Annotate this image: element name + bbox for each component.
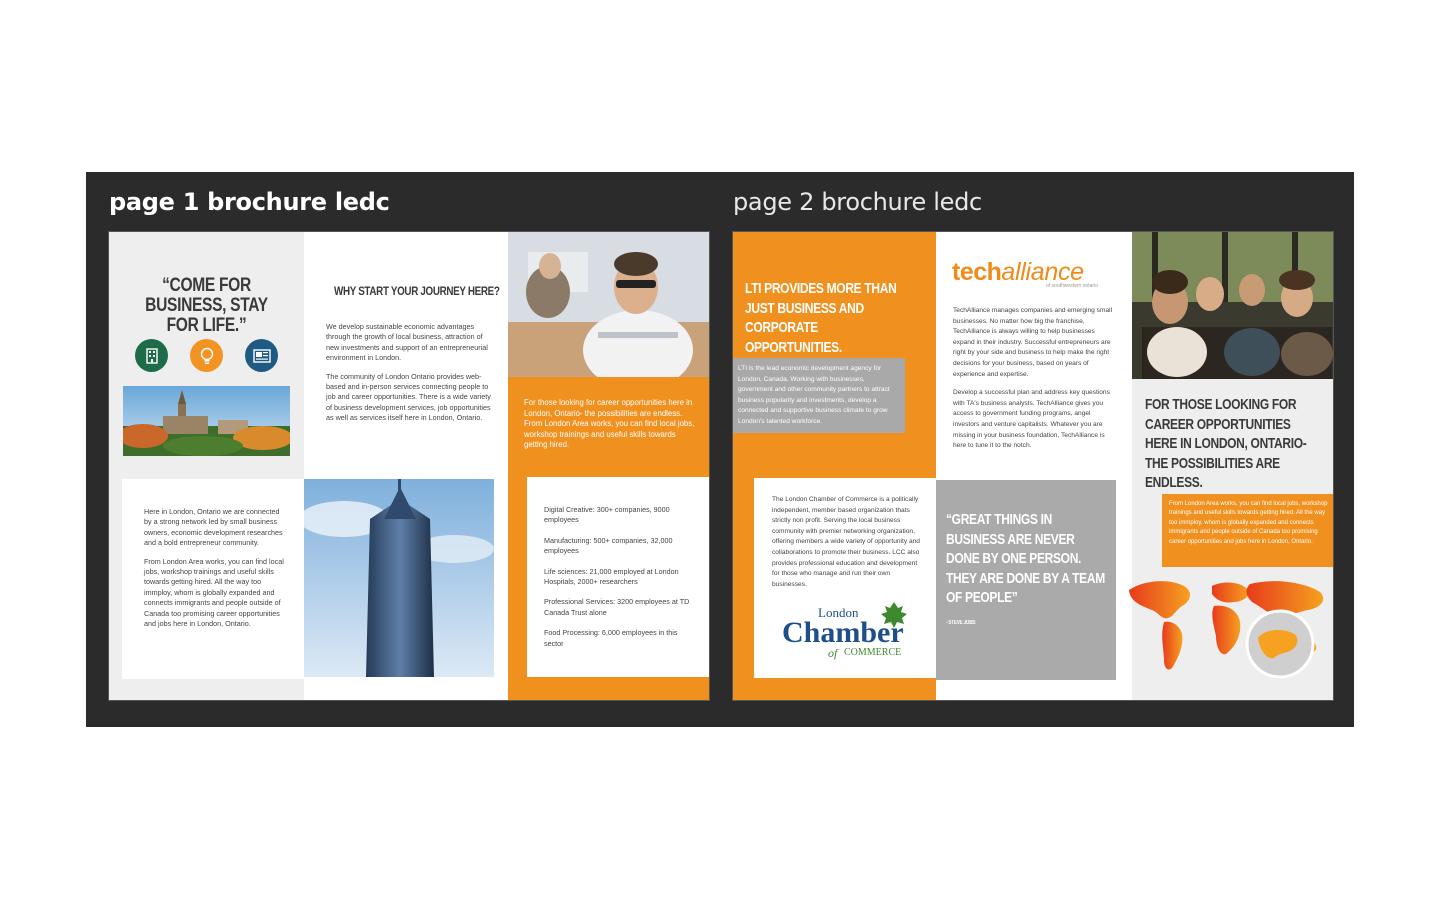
quote-author: - STEVE JOBS [946, 619, 976, 626]
sustainable-paragraph: We develop sustainable economic advantag… [326, 322, 488, 363]
chamber-text-box: The London Chamber of Commerce is a poli… [754, 478, 936, 678]
steve-jobs-quote-box: “GREAT THINGS IN BUSINESS ARE NEVER DONE… [936, 480, 1116, 680]
newspaper-icon [245, 339, 278, 372]
stat-food-processing: Food Processing: 6,000 employees in this… [544, 628, 678, 648]
why-heading: WHY START YOUR JOURNEY HERE? [334, 284, 500, 298]
lti-heading: LTI PROVIDES MORE THAN JUST BUSINESS AND… [745, 280, 897, 356]
lightbulb-icon [190, 339, 223, 372]
panel-1: “COME FOR BUSINESS, STAY FOR LIFE.” Here… [109, 232, 304, 700]
team-quote: “GREAT THINGS IN BUSINESS ARE NEVER DONE… [946, 511, 1105, 607]
tagline-quote: “COME FOR BUSINESS, STAY FOR LIFE.” [145, 275, 268, 336]
career-opportunities-text: For those looking for career opportuniti… [524, 398, 695, 450]
stat-professional-services: Professional Services: 3200 employees at… [544, 597, 690, 617]
page-2-label[interactable]: page 2 brochure ledc [733, 188, 982, 216]
stat-manufacturing: Manufacturing: 500+ companies, 32,000 em… [544, 535, 673, 556]
industry-stats-box: Digital Creative: 300+ companies, 9000 e… [527, 477, 709, 677]
why-text: We develop sustainable economic advantag… [326, 322, 494, 432]
techalliance-paragraph-1: TechAlliance manages companies and emerg… [953, 307, 1113, 378]
office-worker-photo [508, 232, 709, 377]
techalliance-paragraph-2: Develop a successful plan and address ke… [953, 389, 1110, 450]
stat-digital-creative: Digital Creative: 300+ companies, 9000 e… [544, 505, 670, 525]
panel-4: LTI PROVIDES MORE THAN JUST BUSINESS AND… [733, 232, 936, 700]
building-icon [135, 339, 168, 372]
world-map-graphic [1124, 572, 1333, 682]
stat-life-sciences: Life sciences: 21,000 employed at London… [544, 566, 679, 587]
chamber-of-commerce-logo: London Chamber of COMMERCE [782, 600, 922, 660]
chamber-logo-commerce: COMMERCE [844, 647, 901, 658]
techalliance-text: TechAlliance manages companies and emerg… [953, 306, 1115, 460]
network-text-box: Here in London, Ontario we are connected… [122, 479, 304, 679]
career-heading: FOR THOSE LOOKING FOR CAREER OPPORTUNITI… [1145, 396, 1307, 492]
page-2-artboard[interactable]: LTI PROVIDES MORE THAN JUST BUSINESS AND… [732, 231, 1334, 701]
community-paragraph: The community of London Ontario provides… [326, 371, 491, 423]
page-1-artboard[interactable]: “COME FOR BUSINESS, STAY FOR LIFE.” Here… [108, 231, 710, 701]
chamber-paragraph: The London Chamber of Commerce is a poli… [772, 496, 920, 588]
lti-description: LTI is the lead economic development age… [733, 358, 905, 433]
jobs-paragraph: From London Area works, you can find loc… [144, 556, 284, 629]
techalliance-logo-tech: tech [952, 258, 1002, 286]
chamber-logo-chamber: Chamber [782, 616, 904, 649]
group-of-friends-photo [1132, 232, 1333, 379]
techalliance-logo-subtitle: of southwestern ontario [1046, 283, 1098, 289]
techalliance-logo-alliance: alliance [1001, 258, 1084, 286]
network-paragraph: Here in London, Ontario we are connected… [144, 507, 283, 548]
page-1-label[interactable]: page 1 brochure ledc [109, 188, 390, 216]
london-city-photo [123, 386, 290, 456]
panel-5: techalliance of southwestern ontario Tec… [936, 232, 1132, 700]
panel-2: WHY START YOUR JOURNEY HERE? We develop … [304, 232, 508, 700]
glass-tower-photo [304, 479, 494, 677]
local-jobs-text: From London Area works, you can find loc… [1162, 494, 1333, 567]
panel-3: For those looking for career opportuniti… [508, 232, 709, 700]
panel-6: FOR THOSE LOOKING FOR CAREER OPPORTUNITI… [1129, 232, 1333, 700]
